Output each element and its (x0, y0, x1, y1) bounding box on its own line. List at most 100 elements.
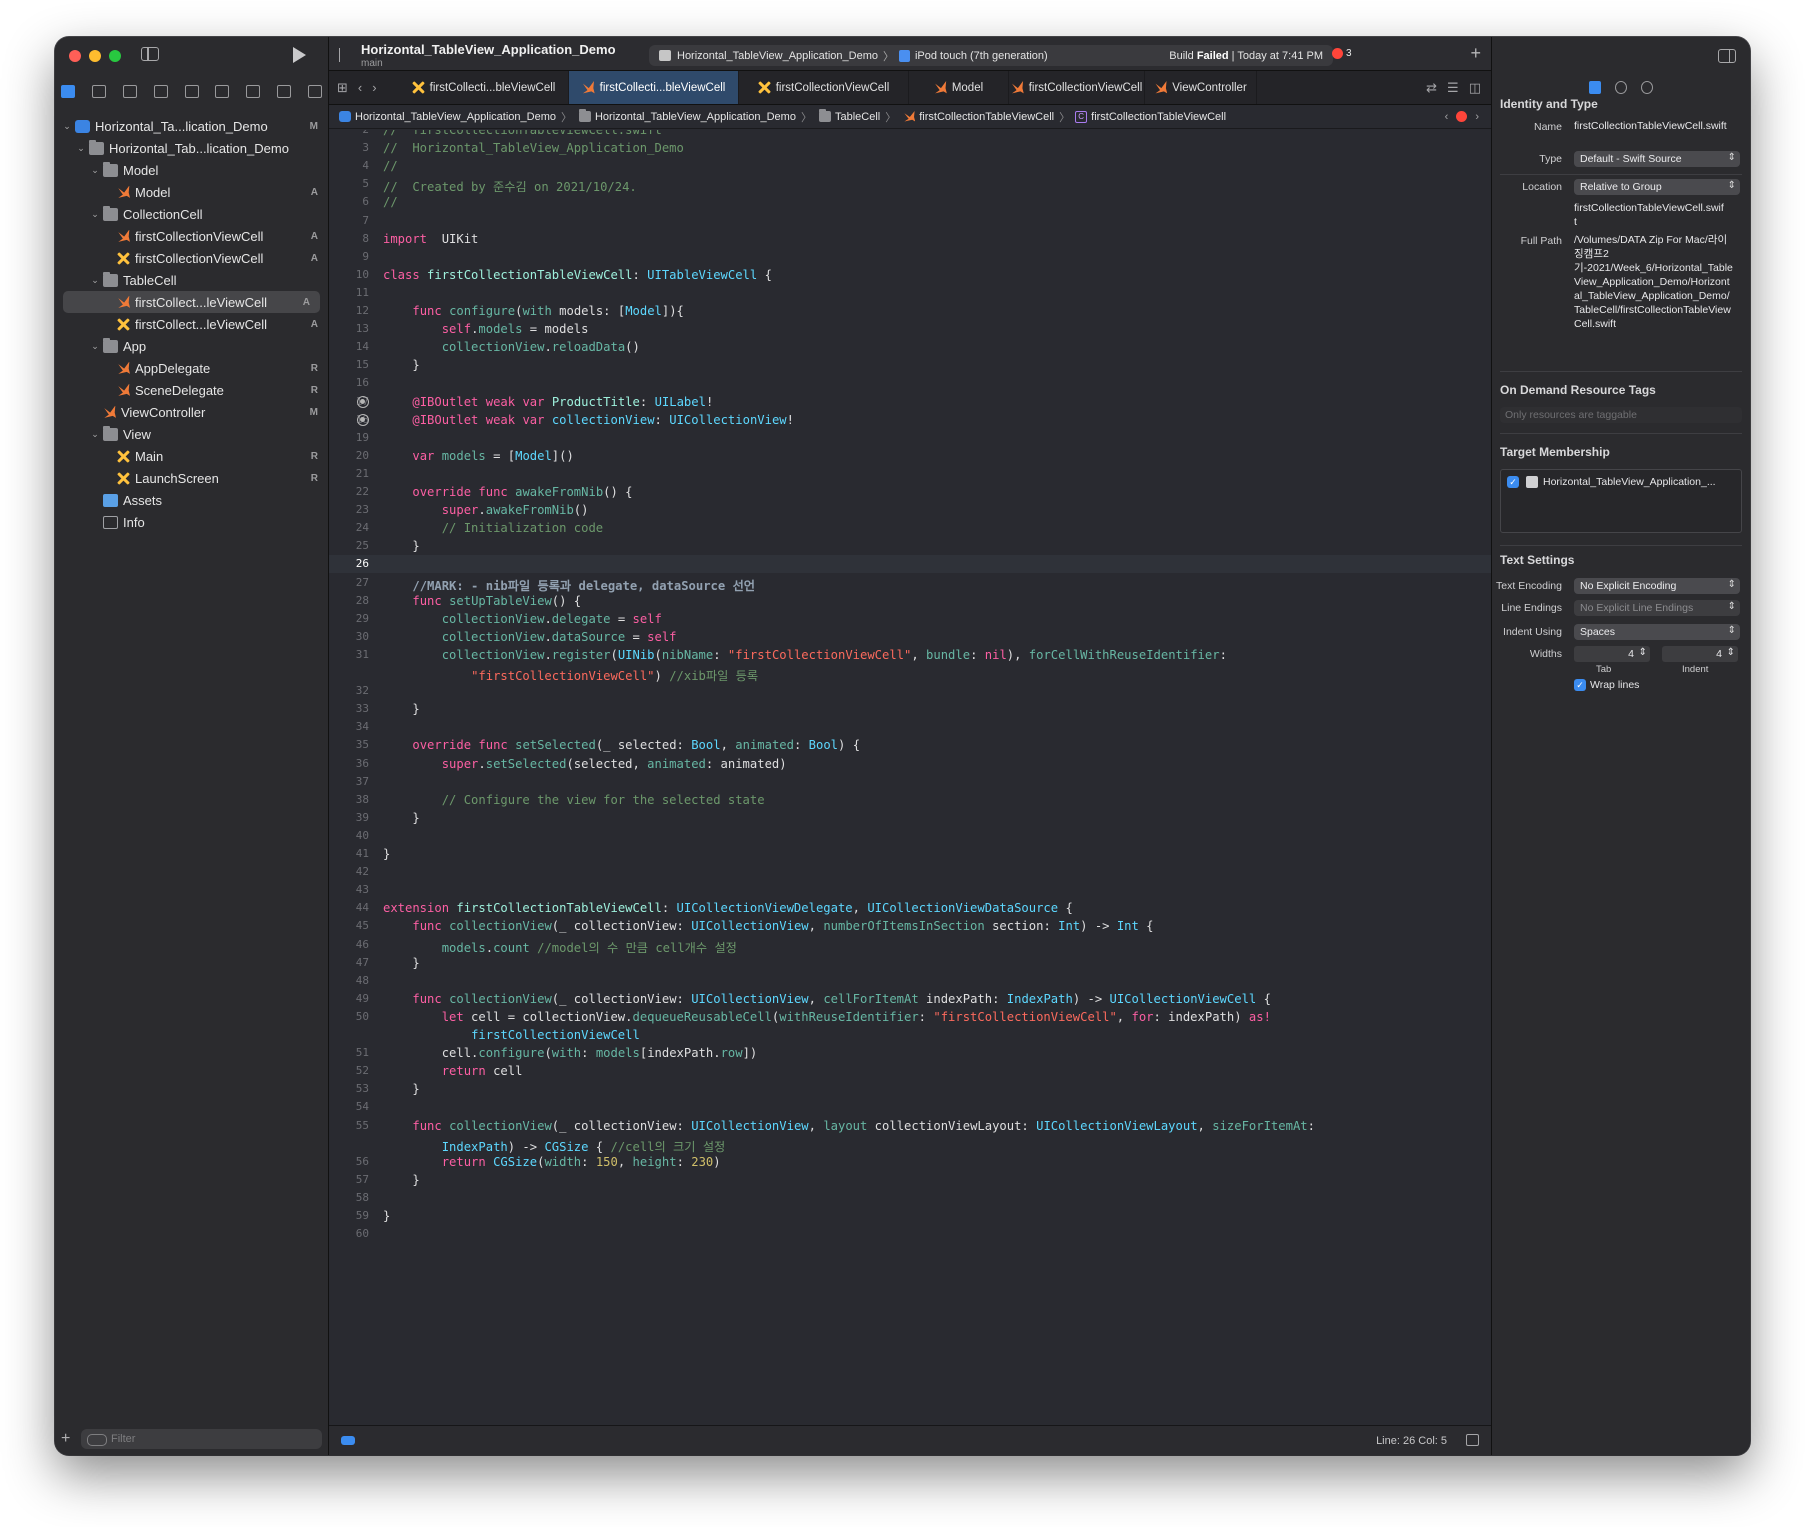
line-number[interactable]: 8 (329, 232, 369, 245)
navigator-item[interactable]: Main R (55, 445, 328, 467)
line-number[interactable]: 13 (329, 322, 369, 335)
grid-icon[interactable]: ⊞ (337, 80, 348, 96)
editor-tab[interactable]: firstCollecti...bleViewCell (399, 71, 569, 104)
tab-width-stepper[interactable]: 4 (1574, 646, 1650, 662)
navigator-item[interactable]: Assets (55, 489, 328, 511)
source-control-icon[interactable] (91, 84, 106, 98)
line-number[interactable]: 7 (329, 214, 369, 227)
line-number[interactable]: 28 (329, 594, 369, 607)
indent-using-popup[interactable]: Spaces (1574, 624, 1740, 640)
code-line[interactable]: // Created by 준수김 on 2021/10/24. (383, 177, 637, 195)
breadcrumb-item[interactable]: Horizontal_TableView_Application_Demo (577, 109, 796, 123)
navigator-item[interactable]: ViewController M (55, 401, 328, 423)
code-line[interactable]: // Horizontal_TableView_Application_Demo (383, 141, 684, 155)
line-number[interactable]: 14 (329, 340, 369, 353)
symbol-navigator-icon[interactable] (122, 84, 137, 98)
code-line[interactable]: self.models = models (383, 322, 589, 336)
next-issue-icon[interactable]: › (1475, 111, 1479, 123)
code-line[interactable]: //MARK: - nib파일 등록과 delegate, dataSource… (383, 576, 755, 594)
line-number[interactable]: 20 (329, 449, 369, 462)
line-number[interactable]: 55 (329, 1119, 369, 1132)
editor-tab[interactable]: firstCollectionViewCell (739, 71, 909, 104)
code-line[interactable]: func collectionView(_ collectionView: UI… (383, 992, 1271, 1006)
line-number[interactable]: 16 (329, 376, 369, 389)
code-line[interactable]: collectionView.register(UINib(nibName: "… (383, 648, 1227, 662)
navigator-item[interactable]: AppDelegate R (55, 357, 328, 379)
navigator-item[interactable]: ⌄ App (55, 335, 328, 357)
code-line[interactable]: "firstCollectionViewCell") //xib파일 등록 (383, 666, 758, 684)
chevron-down-icon[interactable]: ⌄ (61, 121, 73, 132)
line-number[interactable]: 42 (329, 865, 369, 878)
code-line[interactable]: collectionView.dataSource = self (383, 630, 677, 644)
code-line[interactable]: return cell (383, 1064, 523, 1078)
line-number[interactable]: 6 (329, 195, 369, 208)
minimize-button[interactable] (89, 50, 101, 62)
code-line[interactable]: } (383, 1209, 390, 1223)
line-number[interactable]: 45 (329, 919, 369, 932)
scheme-name[interactable]: Horizontal_TableView_Application_Demo (677, 50, 878, 62)
line-number[interactable]: 26 (329, 557, 369, 570)
inspector-toggle-icon[interactable] (1718, 49, 1736, 63)
test-icon[interactable] (215, 84, 230, 98)
line-number[interactable]: 11 (329, 286, 369, 299)
line-number[interactable]: 48 (329, 974, 369, 987)
navigator-item[interactable]: ⌄ Model (55, 159, 328, 181)
zoom-button[interactable] (109, 50, 121, 62)
line-number[interactable]: 22 (329, 485, 369, 498)
line-number[interactable]: 43 (329, 883, 369, 896)
source-editor[interactable]: 2 // firstCollectionTableViewCell.swift 3 /… (329, 130, 1491, 1425)
run-icon[interactable] (293, 47, 306, 63)
navigator-item[interactable]: ⌄ CollectionCell (55, 203, 328, 225)
code-line[interactable]: // Configure the view for the selected s… (383, 793, 765, 807)
forward-icon[interactable]: › (372, 80, 376, 96)
code-line[interactable]: class firstCollectionTableViewCell: UITa… (383, 268, 772, 282)
line-number[interactable]: 29 (329, 612, 369, 625)
code-line[interactable]: // firstCollectionTableViewCell.swift (383, 130, 662, 137)
line-number[interactable]: 21 (329, 467, 369, 480)
line-number[interactable]: 31 (329, 648, 369, 661)
code-line[interactable]: } (383, 1082, 419, 1096)
line-number[interactable]: 44 (329, 901, 369, 914)
device-name[interactable]: iPod touch (7th generation) (915, 50, 1048, 62)
line-number[interactable]: 37 (329, 775, 369, 788)
activity-view[interactable]: Horizontal_TableView_Application_Demo 〉 … (649, 45, 1333, 66)
code-line[interactable]: import UIKit (383, 232, 478, 246)
debug-toggle-icon[interactable] (1466, 1434, 1479, 1446)
code-line[interactable]: } (383, 847, 390, 861)
branch-name[interactable]: main (361, 58, 383, 69)
editor-tab[interactable]: firstCollectionViewCell (1009, 71, 1145, 104)
navigator-item[interactable]: Info (55, 511, 328, 533)
refresh-icon[interactable]: ⇄ (1426, 80, 1437, 96)
code-line[interactable]: func setUpTableView() { (383, 594, 581, 608)
outlet-connection-icon[interactable] (357, 395, 369, 408)
folder-navigator-icon[interactable] (61, 84, 75, 98)
code-line[interactable]: firstCollectionViewCell (383, 1028, 640, 1042)
line-number[interactable]: 33 (329, 702, 369, 715)
navigator-item[interactable]: firstCollect...leViewCell A (55, 313, 328, 335)
navigator-item[interactable]: firstCollectionViewCell A (55, 225, 328, 247)
line-number[interactable]: 51 (329, 1046, 369, 1059)
line-number[interactable]: 23 (329, 503, 369, 516)
code-line[interactable]: let cell = collectionView.dequeueReusabl… (383, 1010, 1271, 1024)
line-number[interactable]: 36 (329, 757, 369, 770)
code-line[interactable]: extension firstCollectionTableViewCell: … (383, 901, 1073, 915)
line-number[interactable]: 59 (329, 1209, 369, 1222)
line-number[interactable]: 15 (329, 358, 369, 371)
line-number[interactable]: 41 (329, 847, 369, 860)
issue-icon[interactable] (184, 84, 199, 98)
line-number[interactable]: 46 (329, 938, 369, 951)
code-line[interactable]: // Initialization code (383, 521, 603, 535)
navigator-item[interactable]: LaunchScreen R (55, 467, 328, 489)
error-badge[interactable]: 3 (1332, 48, 1352, 59)
code-line[interactable]: } (383, 358, 419, 372)
navigator-item[interactable]: ⌄ Horizontal_Tab...lication_Demo (55, 137, 328, 159)
editor-tab[interactable]: firstCollecti...bleViewCell (569, 71, 739, 104)
adjust-icon[interactable]: ☰ (1447, 80, 1459, 96)
type-popup[interactable]: Default - Swift Source (1574, 151, 1740, 167)
line-number[interactable]: 52 (329, 1064, 369, 1077)
code-line[interactable]: } (383, 539, 419, 553)
line-number[interactable]: 39 (329, 811, 369, 824)
code-line[interactable]: override func awakeFromNib() { (383, 485, 632, 499)
line-number[interactable]: 2 (329, 130, 369, 136)
navigator-item[interactable]: firstCollectionViewCell A (55, 247, 328, 269)
